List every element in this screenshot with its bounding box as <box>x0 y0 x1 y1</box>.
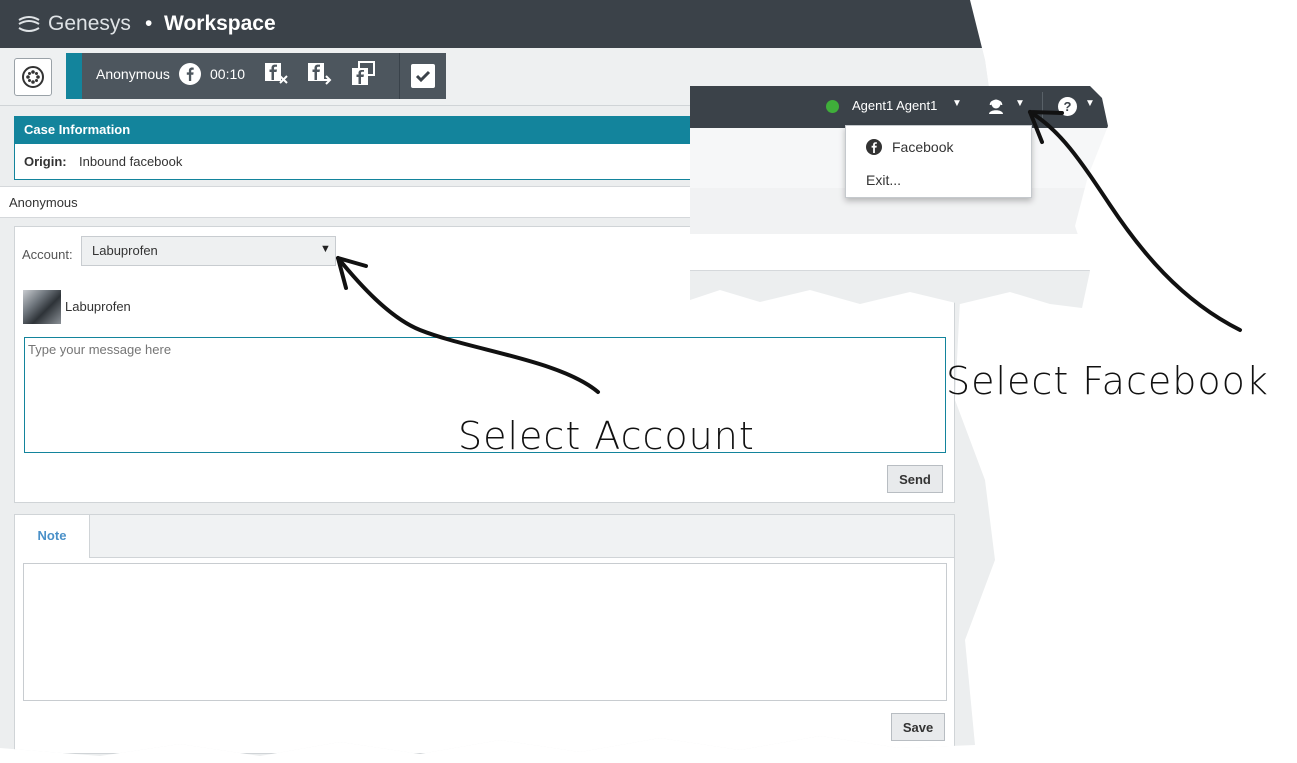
agent-bar-divider <box>1042 92 1043 122</box>
interaction-contact: Anonymous <box>96 66 170 82</box>
interaction-accent <box>66 53 82 99</box>
account-dropdown[interactable]: Labuprofen ▼ <box>81 236 336 266</box>
agent-menu-inset: Agent1 Agent1 ▼ ▼ ? ▼ <box>690 86 1108 308</box>
brand-separator: • <box>145 12 153 35</box>
main-menu-button[interactable] <box>14 58 52 96</box>
menu-item-facebook[interactable]: Facebook <box>846 134 1031 160</box>
agent-bar: Agent1 Agent1 ▼ ▼ ? ▼ <box>690 86 1108 128</box>
chevron-down-icon: ▼ <box>320 243 331 255</box>
origin-value: Inbound facebook <box>79 154 183 169</box>
notes-panel: Note Save <box>14 514 955 754</box>
facebook-transfer-icon[interactable] <box>306 60 332 86</box>
interaction-timer: 00:10 <box>210 66 246 82</box>
facebook-icon <box>866 139 882 155</box>
callout-select-facebook: Select Facebook <box>946 359 1269 403</box>
avatar-name: Labuprofen <box>65 299 131 314</box>
workspace-menu-icon <box>22 66 44 88</box>
menu-item-facebook-label: Facebook <box>892 139 954 155</box>
notes-tabstrip <box>15 515 954 558</box>
facebook-consult-icon[interactable] <box>350 60 376 86</box>
send-button[interactable]: Send <box>887 465 943 493</box>
mark-done-icon[interactable] <box>411 64 435 88</box>
account-label: Account: <box>22 247 73 262</box>
top-bar: Genesys • Workspace <box>0 0 995 48</box>
agent-channels-menu: Facebook Exit... <box>845 125 1032 198</box>
contact-name[interactable]: Anonymous <box>9 195 78 210</box>
chevron-down-icon[interactable]: ▼ <box>952 98 962 109</box>
callout-select-account: Select Account <box>458 414 755 458</box>
chevron-down-icon[interactable]: ▼ <box>1015 98 1025 109</box>
inset-background-row <box>690 234 1108 271</box>
menu-item-exit[interactable]: Exit... <box>866 172 901 188</box>
save-button[interactable]: Save <box>891 713 945 741</box>
agent-status-icon[interactable] <box>826 100 839 113</box>
agent-name[interactable]: Agent1 Agent1 <box>852 98 937 113</box>
origin-label: Origin: <box>24 154 67 169</box>
toolbar-divider <box>399 53 400 99</box>
help-icon[interactable]: ? <box>1058 97 1077 116</box>
brand-name: Genesys <box>48 12 131 35</box>
account-selected-value: Labuprofen <box>92 243 158 258</box>
note-input[interactable] <box>23 563 947 701</box>
facebook-end-icon[interactable] <box>263 60 289 86</box>
facebook-icon <box>179 63 201 85</box>
tab-note[interactable]: Note <box>15 515 90 558</box>
agent-channels-icon[interactable] <box>986 97 1006 117</box>
product-name: Workspace <box>164 12 276 35</box>
chevron-down-icon[interactable]: ▼ <box>1085 98 1095 109</box>
avatar <box>23 290 61 324</box>
genesys-logo-icon <box>18 16 40 32</box>
